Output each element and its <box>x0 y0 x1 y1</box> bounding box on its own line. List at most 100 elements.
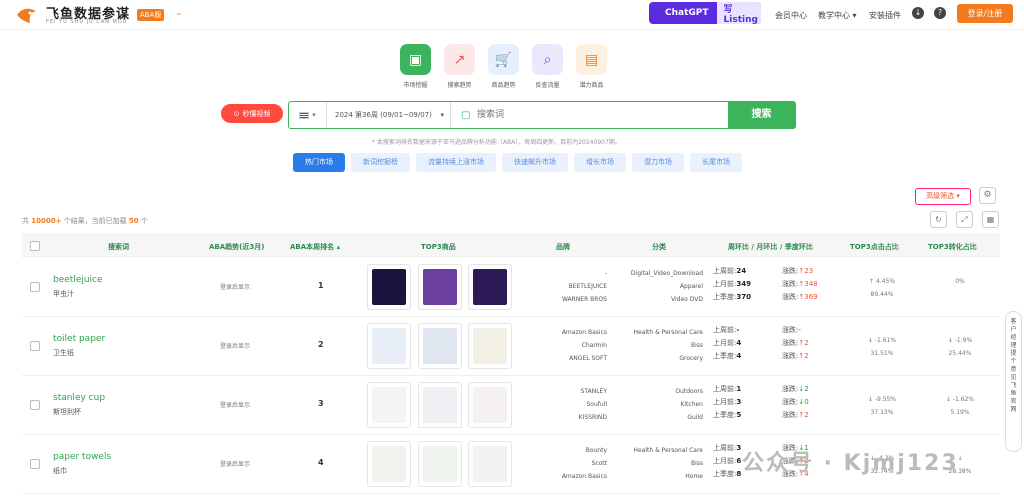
week-select[interactable]: 2024 第36周 (09/01~09/07) ▾ <box>327 102 451 128</box>
brand-name[interactable]: - <box>537 267 607 280</box>
product-thumbnail[interactable] <box>367 441 411 487</box>
product-thumbnail[interactable] <box>418 264 462 310</box>
brand-name[interactable]: WARNER BROS <box>537 293 607 306</box>
nav-member-center[interactable]: 会员中心 <box>775 10 807 21</box>
category-name: Grocery <box>679 355 703 362</box>
tab-new-words[interactable]: 新词挖掘榜 <box>351 153 410 172</box>
brand-name[interactable]: Soufull <box>537 398 607 411</box>
country-select[interactable]: ▾ <box>289 102 327 128</box>
tool-label: 市场挖掘 <box>403 82 428 89</box>
side-feedback-panel[interactable]: 客户经理提个意见飞鱼官网 <box>1005 311 1022 452</box>
grid-view-icon[interactable]: ▦ <box>982 211 999 228</box>
change-value: 2 <box>804 352 809 360</box>
brand-name[interactable]: Charmin <box>537 339 607 352</box>
chatgpt-listing-button[interactable]: ChatGPT 写Listing <box>649 2 761 24</box>
product-thumbnail[interactable] <box>468 382 512 428</box>
click-share-cell: ↓ -1.61% 31.51% <box>862 334 902 360</box>
keyword-chinese: 甲虫汁 <box>53 290 74 298</box>
col-top3-click[interactable]: TOP3点击占比 <box>850 242 899 252</box>
brand-name[interactable]: BEETLEJUICE <box>537 280 607 293</box>
col-aba-rank[interactable]: ABA本周排名 ▴ <box>290 242 340 252</box>
conversion-share: 5.19% <box>950 409 970 416</box>
category-name: Health & Personal Care <box>633 447 703 454</box>
product-thumbnail[interactable] <box>468 441 512 487</box>
fish-logo-icon[interactable] <box>14 3 40 27</box>
play-icon: ⊙ <box>233 109 240 118</box>
help-icon[interactable]: ? <box>934 7 946 19</box>
arrow-icon: ↓ <box>867 396 873 403</box>
conversion-share: 25.44% <box>948 350 972 357</box>
table-header: 搜索词 ABA趋势(近3月) ABA本周排名 ▴ TOP3商品 品牌 分类 周环… <box>22 234 1000 257</box>
tab-traffic-rising[interactable]: 流量持续上涨市场 <box>416 153 496 172</box>
tool-reverse-traffic[interactable]: ⌕ 反查流量 <box>532 44 563 89</box>
flag-chevron: ▾ <box>312 111 316 119</box>
col-aba-trend[interactable]: ABA趋势(近3月) <box>209 242 264 252</box>
click-share: 89.44% <box>870 291 894 298</box>
conversion-share: 0% <box>955 278 965 285</box>
nav-teaching-center[interactable]: 教学中心 ▾ <box>818 10 857 21</box>
row-checkbox[interactable] <box>30 400 40 410</box>
period-label: 上周前: <box>713 444 737 452</box>
fullscreen-icon[interactable]: ⤢ <box>956 211 973 228</box>
chatgpt-label: ChatGPT <box>665 8 709 18</box>
arrow-icon: ↓ <box>945 396 951 403</box>
video-button[interactable]: ⊙ 秒懂视频 <box>221 104 283 123</box>
brand-name[interactable]: STANLEY <box>537 385 607 398</box>
keyword-link[interactable]: beetlejuice <box>53 275 103 285</box>
table-row: toilet paper 卫生纸 登录后显示 2 Amazon Basics Cha… <box>22 317 1000 376</box>
product-thumbnail[interactable] <box>367 382 411 428</box>
product-thumbnail[interactable] <box>418 441 462 487</box>
brand-name[interactable]: Bounty <box>537 444 607 457</box>
select-all-checkbox[interactable] <box>30 241 40 251</box>
tab-hot-market[interactable]: 热门市场 <box>293 153 345 172</box>
keyword-link[interactable]: toilet paper <box>53 334 105 344</box>
category-name: Biss <box>690 460 703 467</box>
row-checkbox[interactable] <box>30 341 40 351</box>
keyword-link[interactable]: paper towels <box>53 452 111 462</box>
download-icon[interactable]: ↓ <box>912 7 924 19</box>
market-tabs: 热门市场 新词挖掘榜 流量持续上涨市场 快速飙升市场 增长市场 潜力市场 长尾市… <box>293 153 742 172</box>
product-thumbnail[interactable] <box>468 264 512 310</box>
col-change[interactable]: 周环比 / 月环比 / 季度环比 <box>728 242 813 252</box>
col-keyword[interactable]: 搜索词 <box>108 242 129 252</box>
tab-long-tail[interactable]: 长尾市场 <box>690 153 742 172</box>
keyword-link[interactable]: stanley cup <box>53 393 105 403</box>
tool-market-mining[interactable]: ▣ 市场挖掘 <box>400 44 431 89</box>
change-value: 23 <box>804 267 814 275</box>
product-thumbnail[interactable] <box>418 323 462 369</box>
change-label: 涨跌: <box>782 385 799 393</box>
previous-rank-cell: 上周前:1 上月前:3 上季度:5 <box>713 383 741 422</box>
product-thumbnail[interactable] <box>468 323 512 369</box>
brand-name[interactable]: Scott <box>537 457 607 470</box>
chevron-down-icon: ▾ <box>440 111 444 119</box>
product-thumbnail[interactable] <box>367 264 411 310</box>
tool-potential-products[interactable]: ▤ 潜力商品 <box>576 44 607 89</box>
col-top3-conversion[interactable]: TOP3转化占比 <box>928 242 977 252</box>
tab-growth[interactable]: 增长市场 <box>574 153 626 172</box>
brand-name[interactable]: ANGEL SOFT <box>537 352 607 365</box>
category-name: Video DVD <box>671 296 703 303</box>
brand-name[interactable]: Amazon Basics <box>537 470 607 483</box>
brand-name[interactable]: Amazon Basics <box>537 326 607 339</box>
advanced-filter-button[interactable]: 高级筛选 ▾ <box>915 188 971 205</box>
search-input[interactable] <box>451 102 728 128</box>
row-checkbox[interactable] <box>30 459 40 469</box>
keyword-chinese: 斯坦利杯 <box>53 408 81 416</box>
product-thumbnail[interactable] <box>418 382 462 428</box>
tool-search-trend[interactable]: ↗ 搜索趋势 <box>444 44 475 89</box>
gear-icon[interactable]: ⚙ <box>979 187 996 204</box>
tool-product-trend[interactable]: 🛒 商品趋势 <box>488 44 519 89</box>
chevron-down-icon[interactable]: ⌄ <box>175 8 183 18</box>
tab-potential[interactable]: 潜力市场 <box>632 153 684 172</box>
aba-version-badge[interactable]: ABA版 <box>137 9 165 21</box>
category-name: Digital_Video_Download <box>630 270 703 277</box>
nav-install-plugin[interactable]: 安装插件 <box>869 10 901 21</box>
row-checkbox[interactable] <box>30 282 40 292</box>
tab-fast-rising[interactable]: 快速飙升市场 <box>502 153 568 172</box>
login-register-button[interactable]: 登录/注册 <box>957 4 1013 23</box>
brand-name[interactable]: KISSRIND <box>537 411 607 424</box>
refresh-icon[interactable]: ↻ <box>930 211 947 228</box>
side-char: 官 <box>1010 398 1017 405</box>
search-button[interactable]: 搜索 <box>728 102 795 128</box>
product-thumbnail[interactable] <box>367 323 411 369</box>
